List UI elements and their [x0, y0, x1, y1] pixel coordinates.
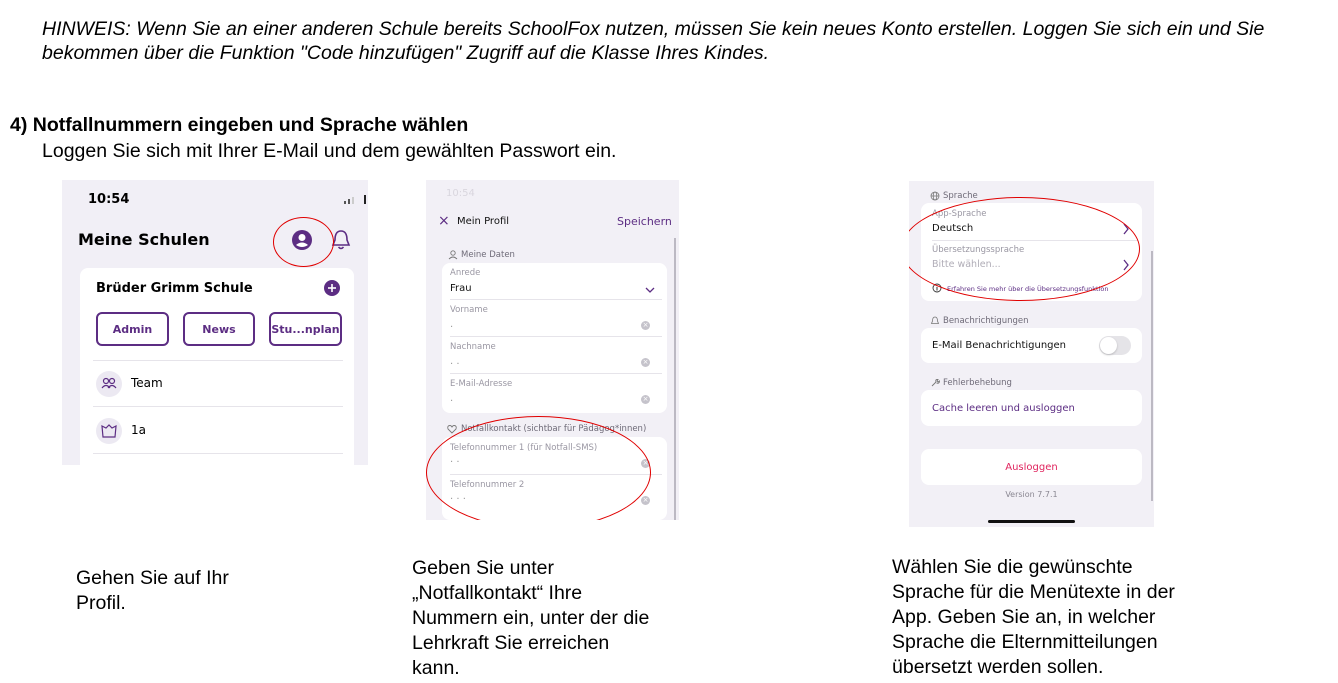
- salutation-label: Anrede: [450, 268, 481, 278]
- first-name-field[interactable]: .: [450, 319, 453, 330]
- version-text: Version 7.7.1: [1005, 490, 1058, 499]
- school-card: Brüder Grimm Schule Admin News Stu...npl…: [80, 268, 354, 465]
- divider: [450, 336, 662, 337]
- add-icon[interactable]: [324, 280, 340, 296]
- step-subtitle: Loggen Sie sich mit Ihrer E-Mail und dem…: [42, 140, 617, 162]
- home-indicator: [988, 520, 1075, 523]
- email-notifications-toggle[interactable]: [1099, 336, 1131, 355]
- admin-button[interactable]: Admin: [96, 312, 169, 346]
- profile-card: Anrede Frau Vorname . × Nachname . . × E…: [442, 263, 667, 413]
- caption-line: Gehen Sie auf Ihr: [76, 567, 229, 589]
- divider: [450, 373, 662, 374]
- highlight-circle: [426, 416, 651, 520]
- bell-icon: [930, 316, 940, 324]
- email-label: E-Mail-Adresse: [450, 379, 513, 389]
- page-title: Meine Schulen: [78, 230, 210, 249]
- wrench-icon: [931, 378, 940, 387]
- clear-cache-button[interactable]: Cache leeren und ausloggen: [932, 403, 1075, 414]
- caption-profile: Gehen Sie auf Ihr Profil.: [76, 566, 229, 616]
- heart-icon: [447, 425, 457, 434]
- clear-icon[interactable]: ×: [641, 358, 650, 367]
- divider: [450, 299, 662, 300]
- caption-line: „Notfallkontakt“ Ihre: [412, 582, 583, 604]
- status-time: 10:54: [446, 188, 475, 199]
- logout-button[interactable]: Ausloggen: [921, 462, 1142, 473]
- chevron-down-icon: [645, 287, 655, 293]
- email-field[interactable]: .: [450, 393, 453, 404]
- school-name: Brüder Grimm Schule: [96, 281, 253, 296]
- notification-card: E-Mail Benachrichtigungen: [921, 328, 1142, 363]
- status-time: 10:54: [88, 192, 130, 207]
- divider: [93, 360, 343, 361]
- troubleshooting-card: Cache leeren und ausloggen: [921, 390, 1142, 426]
- section-troubleshooting: Fehlerbehebung: [943, 378, 1012, 388]
- caption-language: Wählen Sie die gewünschte Sprache für di…: [892, 555, 1175, 680]
- class-icon: [96, 418, 122, 444]
- salutation-select[interactable]: Frau: [450, 283, 472, 294]
- caption-emergency: Geben Sie unter „Notfallkontakt“ Ihre Nu…: [412, 556, 649, 681]
- last-name-label: Nachname: [450, 342, 496, 352]
- caption-line: App. Geben Sie an, in welcher: [892, 606, 1156, 628]
- list-item-1a[interactable]: 1a: [131, 423, 146, 437]
- screenshot-settings: Sprache App-Sprache Deutsch Übersetzungs…: [909, 181, 1154, 527]
- caption-line: kann.: [412, 657, 460, 679]
- divider: [93, 453, 343, 454]
- caption-line: Geben Sie unter: [412, 557, 555, 579]
- close-icon[interactable]: ×: [438, 213, 450, 229]
- highlight-circle: [273, 217, 334, 267]
- globe-icon: [930, 191, 940, 201]
- signal-icon: [344, 195, 366, 204]
- caption-line: Nummern ein, unter der die: [412, 607, 650, 629]
- timetable-button[interactable]: Stu...nplan: [269, 312, 342, 346]
- bell-icon[interactable]: [331, 229, 351, 251]
- section-notifications: Benachrichtigungen: [943, 316, 1029, 326]
- highlight-circle: [909, 197, 1140, 301]
- first-name-label: Vorname: [450, 305, 488, 315]
- hint-text: HINWEIS: Wenn Sie an einer anderen Schul…: [42, 18, 1265, 64]
- clear-icon[interactable]: ×: [641, 395, 650, 404]
- caption-line: Wählen Sie die gewünschte: [892, 556, 1133, 578]
- caption-line: Lehrkraft Sie erreichen: [412, 632, 610, 654]
- screenshot-profile: 10:54 × Mein Profil Speichern Meine Date…: [426, 180, 679, 520]
- caption-line: übersetzt werden sollen.: [892, 656, 1104, 678]
- scrollbar[interactable]: [1151, 251, 1153, 501]
- save-button[interactable]: Speichern: [617, 215, 672, 228]
- clear-icon[interactable]: ×: [641, 321, 650, 330]
- list-item-team[interactable]: Team: [131, 376, 163, 390]
- section-language: Sprache: [943, 191, 978, 201]
- last-name-field[interactable]: . .: [450, 356, 460, 367]
- divider: [93, 406, 343, 407]
- screenshot-my-schools: 10:54 Meine Schulen Brüder Grimm Schule …: [62, 180, 368, 465]
- news-button[interactable]: News: [183, 312, 255, 346]
- email-notifications-label: E-Mail Benachrichtigungen: [932, 340, 1067, 351]
- section-my-data: Meine Daten: [461, 250, 515, 260]
- step-title: 4) Notfallnummern eingeben und Sprache w…: [10, 114, 469, 136]
- user-icon: [448, 250, 458, 260]
- scrollbar[interactable]: [674, 238, 676, 520]
- clear-icon[interactable]: ×: [641, 496, 650, 505]
- logout-card: Ausloggen: [921, 449, 1142, 485]
- team-icon: [96, 371, 122, 397]
- page-title: Mein Profil: [457, 216, 510, 227]
- caption-line: Profil.: [76, 592, 126, 614]
- caption-line: Sprache für die Menütexte in der: [892, 581, 1175, 603]
- caption-line: Sprache die Elternmitteilungen: [892, 631, 1158, 653]
